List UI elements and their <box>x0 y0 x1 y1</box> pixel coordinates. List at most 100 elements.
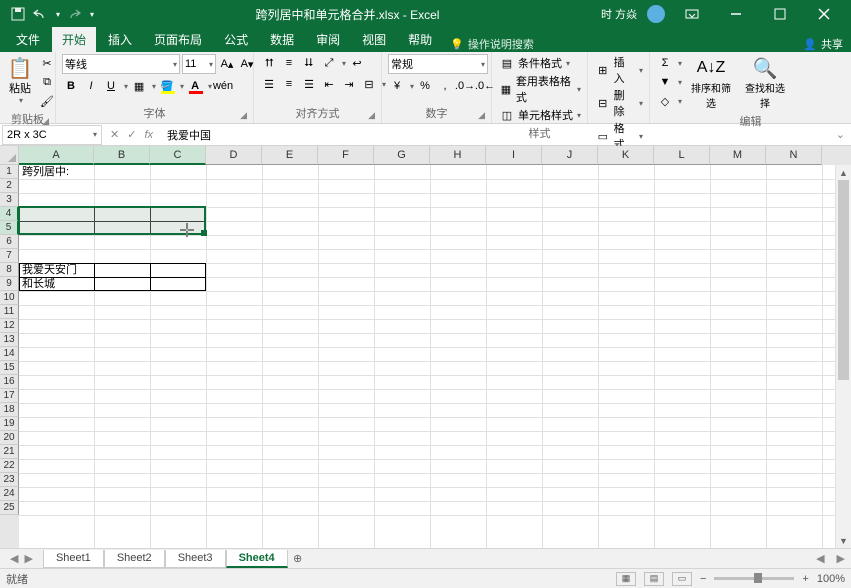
scroll-down-icon[interactable]: ▼ <box>836 533 851 548</box>
align-right-icon[interactable]: ☰ <box>300 75 318 93</box>
col-header-C[interactable]: C <box>150 146 206 165</box>
sheet-tab-sheet3[interactable]: Sheet3 <box>165 550 226 568</box>
underline-button[interactable]: U <box>102 77 120 95</box>
row-header-2[interactable]: 2 <box>0 179 19 193</box>
add-sheet-button[interactable]: ⊕ <box>288 552 308 565</box>
cells-grid[interactable]: 跨列居中:我爱中国我爱天安门和长城 <box>19 165 851 568</box>
orientation-icon[interactable]: ⤢ <box>320 54 338 72</box>
font-size-combo[interactable]: 11▾ <box>182 54 216 74</box>
save-icon[interactable] <box>10 6 26 22</box>
bold-button[interactable]: B <box>62 77 80 95</box>
tab-layout[interactable]: 页面布局 <box>144 27 212 52</box>
col-header-E[interactable]: E <box>262 146 318 165</box>
close-button[interactable] <box>807 4 841 24</box>
paste-dropdown[interactable]: ▾ <box>19 96 23 105</box>
row-header-22[interactable]: 22 <box>0 459 19 473</box>
align-top-icon[interactable]: ⮅ <box>260 54 278 72</box>
col-header-M[interactable]: M <box>710 146 766 165</box>
number-launcher[interactable]: ◢ <box>478 110 485 121</box>
zoom-in-icon[interactable]: + <box>802 573 808 585</box>
page-layout-view-icon[interactable]: ▤ <box>644 572 664 586</box>
col-header-H[interactable]: H <box>430 146 486 165</box>
number-format-combo[interactable]: 常规▾ <box>388 54 488 74</box>
select-all-corner[interactable] <box>0 146 19 165</box>
undo-icon[interactable] <box>32 6 48 22</box>
fill-button[interactable]: ▼▾ <box>656 73 682 91</box>
percent-format-icon[interactable]: % <box>416 77 434 95</box>
row-header-20[interactable]: 20 <box>0 431 19 445</box>
clipboard-launcher[interactable]: ◢ <box>42 116 49 127</box>
col-header-D[interactable]: D <box>206 146 262 165</box>
paste-button[interactable]: 📋 粘贴 ▾ <box>6 54 34 107</box>
conditional-format-button[interactable]: ▤条件格式▾ <box>498 54 570 72</box>
row-header-7[interactable]: 7 <box>0 249 19 263</box>
cancel-formula-icon[interactable]: ✕ <box>110 128 119 141</box>
col-header-F[interactable]: F <box>318 146 374 165</box>
italic-button[interactable]: I <box>82 77 100 95</box>
cut-icon[interactable]: ✂ <box>38 54 56 72</box>
format-painter-icon[interactable]: 🖌 <box>38 92 56 110</box>
col-header-G[interactable]: G <box>374 146 430 165</box>
hscroll-right-icon[interactable]: ▶ <box>831 552 851 565</box>
tab-review[interactable]: 审阅 <box>306 27 350 52</box>
user-avatar[interactable] <box>647 5 665 23</box>
maximize-button[interactable] <box>763 4 797 24</box>
col-header-B[interactable]: B <box>94 146 150 165</box>
fill-color-button[interactable]: 🪣 <box>158 77 176 95</box>
table-format-button[interactable]: ▦套用表格格式▾ <box>498 73 581 105</box>
horizontal-scrollbar[interactable] <box>318 552 790 566</box>
font-name-combo[interactable]: 等线▾ <box>62 54 180 74</box>
borders-button[interactable]: ▦ <box>130 77 148 95</box>
minimize-button[interactable] <box>719 4 753 24</box>
align-left-icon[interactable]: ☰ <box>260 75 278 93</box>
sheet-tab-sheet4[interactable]: Sheet4 <box>226 550 288 568</box>
col-header-K[interactable]: K <box>598 146 654 165</box>
tab-file[interactable]: 文件 <box>6 27 50 52</box>
enter-formula-icon[interactable]: ✓ <box>127 128 136 141</box>
indent-decrease-icon[interactable]: ⇤ <box>320 75 338 93</box>
tab-data[interactable]: 数据 <box>260 27 304 52</box>
row-header-5[interactable]: 5 <box>0 221 19 235</box>
increase-decimal-icon[interactable]: .0→ <box>456 77 474 95</box>
col-header-I[interactable]: I <box>486 146 542 165</box>
undo-dropdown[interactable]: ▾ <box>56 10 60 19</box>
row-header-23[interactable]: 23 <box>0 473 19 487</box>
scroll-up-icon[interactable]: ▲ <box>836 165 851 180</box>
zoom-level[interactable]: 100% <box>817 573 845 585</box>
cell-styles-button[interactable]: ◫单元格样式▾ <box>498 106 581 124</box>
row-header-3[interactable]: 3 <box>0 193 19 207</box>
zoom-out-icon[interactable]: − <box>700 573 706 585</box>
fill-handle[interactable] <box>201 230 207 236</box>
fx-icon[interactable]: fx <box>144 129 153 141</box>
phonetic-button[interactable]: wén <box>214 77 232 95</box>
tab-formulas[interactable]: 公式 <box>214 27 258 52</box>
row-header-25[interactable]: 25 <box>0 501 19 515</box>
row-header-8[interactable]: 8 <box>0 263 19 277</box>
row-header-13[interactable]: 13 <box>0 333 19 347</box>
row-header-6[interactable]: 6 <box>0 235 19 249</box>
tab-help[interactable]: 帮助 <box>398 27 442 52</box>
vertical-scrollbar[interactable]: ▲ ▼ <box>835 165 851 548</box>
row-header-9[interactable]: 9 <box>0 277 19 291</box>
tab-view[interactable]: 视图 <box>352 27 396 52</box>
col-header-L[interactable]: L <box>654 146 710 165</box>
wrap-text-icon[interactable]: ↩ <box>348 54 366 72</box>
tab-insert[interactable]: 插入 <box>98 27 142 52</box>
ribbon-options-icon[interactable] <box>675 4 709 24</box>
merge-cells-icon[interactable]: ⊟ <box>360 75 378 93</box>
hscroll-left-icon[interactable]: ◀ <box>810 552 830 565</box>
row-header-1[interactable]: 1 <box>0 165 19 179</box>
delete-cells-button[interactable]: ⊟删除▾ <box>594 87 643 119</box>
sheet-tab-sheet2[interactable]: Sheet2 <box>104 550 165 568</box>
row-header-4[interactable]: 4 <box>0 207 19 221</box>
insert-cells-button[interactable]: ⊞插入▾ <box>594 54 643 86</box>
find-select-button[interactable]: 🔍 查找和选择 <box>740 54 790 112</box>
comma-format-icon[interactable]: , <box>436 77 454 95</box>
row-header-17[interactable]: 17 <box>0 389 19 403</box>
tab-home[interactable]: 开始 <box>52 27 96 52</box>
align-launcher[interactable]: ◢ <box>368 110 375 121</box>
share-button[interactable]: 👤共享 <box>803 36 843 52</box>
zoom-slider[interactable] <box>714 577 794 580</box>
clear-button[interactable]: ◇▾ <box>656 92 682 110</box>
col-header-N[interactable]: N <box>766 146 822 165</box>
